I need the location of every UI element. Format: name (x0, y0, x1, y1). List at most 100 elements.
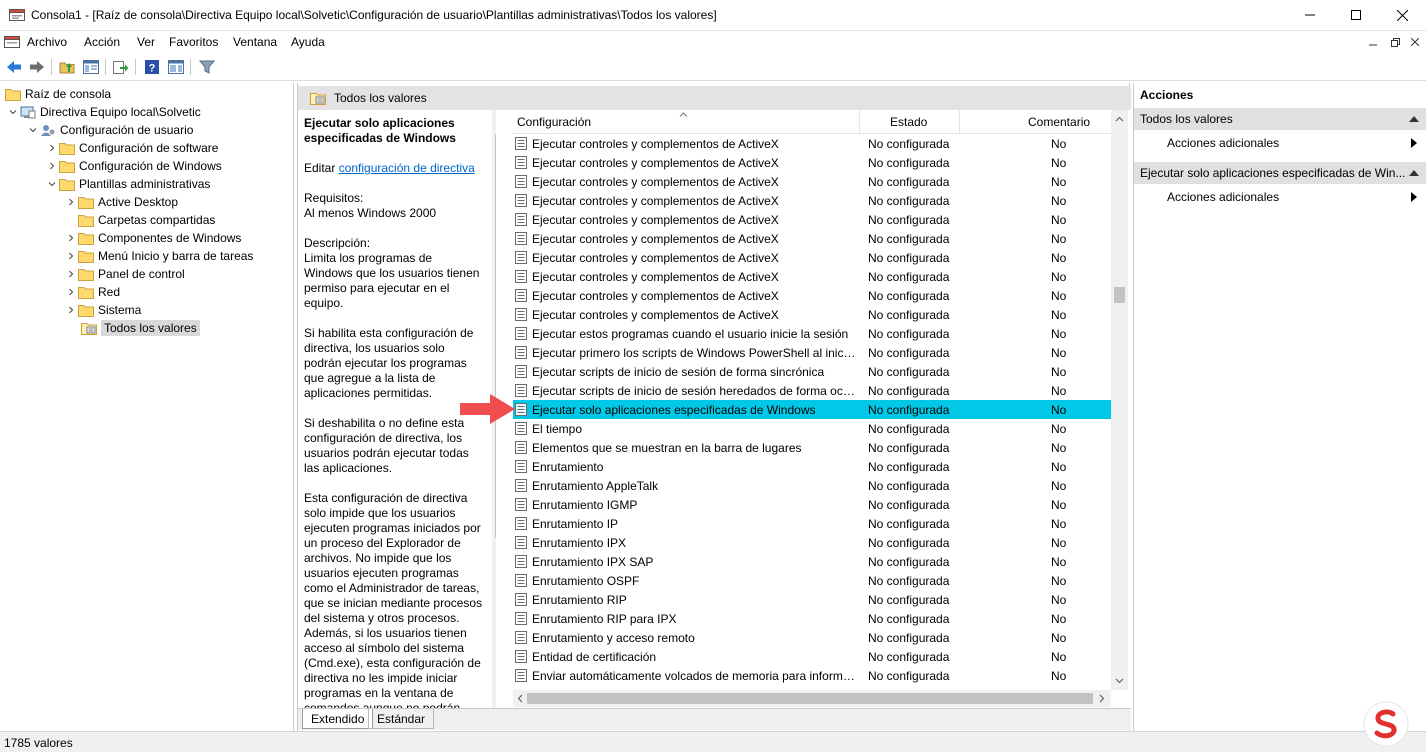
list-horizontal-scrollbar[interactable] (513, 690, 1111, 707)
table-row[interactable]: Ejecutar solo aplicaciones especificadas… (513, 400, 1111, 419)
maximize-button[interactable] (1333, 0, 1379, 30)
chevron-left-icon[interactable] (517, 694, 523, 703)
table-row[interactable]: Ejecutar controles y complementos de Act… (513, 210, 1111, 229)
table-row[interactable]: Enrutamiento No configurada No (513, 457, 1111, 476)
chevron-right-icon[interactable] (1099, 694, 1105, 703)
tree-item-menu-inicio[interactable]: Menú Inicio y barra de tareas (64, 247, 253, 265)
console-document-icon[interactable] (4, 35, 20, 49)
tree-item-configuracion-software[interactable]: Configuración de software (45, 139, 218, 157)
table-row[interactable]: Entidad de certificación No configurada No (513, 647, 1111, 666)
table-row[interactable]: Enrutamiento RIP para IPX No configurada N… (513, 609, 1111, 628)
tab-extendido[interactable]: Extendido (302, 709, 374, 729)
table-row[interactable]: Ejecutar controles y complementos de Act… (513, 134, 1111, 153)
table-row[interactable]: Ejecutar primero los scripts de Windows … (513, 343, 1111, 362)
actions-item-acciones-adicionales[interactable]: Acciones adicionales (1134, 132, 1426, 154)
tree-item-configuracion-windows[interactable]: Configuración de Windows (45, 157, 222, 175)
tab-estandar[interactable]: Estándar (368, 709, 435, 729)
mdi-close-button[interactable] (1407, 34, 1423, 50)
show-action-pane-button[interactable] (166, 57, 186, 77)
collapse-icon[interactable] (1409, 170, 1419, 176)
chevron-down-icon[interactable] (45, 175, 59, 193)
table-row[interactable]: Enrutamiento y acceso remoto No configura… (513, 628, 1111, 647)
menu-favoritos[interactable]: Favoritos (169, 35, 218, 49)
column-configuracion[interactable]: Configuración (517, 110, 857, 134)
menu-archivo[interactable]: Archivo (27, 35, 67, 49)
export-list-button[interactable] (111, 57, 131, 77)
table-row[interactable]: Ejecutar controles y complementos de Act… (513, 229, 1111, 248)
table-row[interactable]: Ejecutar controles y complementos de Act… (513, 267, 1111, 286)
table-row[interactable]: Enviar automáticamente volcados de memor… (513, 666, 1111, 685)
column-divider[interactable] (959, 110, 960, 134)
table-row[interactable]: Elementos que se muestran en la barra de… (513, 438, 1111, 457)
minimize-button[interactable] (1287, 0, 1333, 30)
row-state: No configurada (868, 479, 950, 493)
chevron-down-icon[interactable] (1115, 678, 1124, 684)
table-row[interactable]: Enrutamiento OSPF No configurada No (513, 571, 1111, 590)
chevron-right-icon[interactable] (45, 157, 59, 175)
tree-item-active-desktop[interactable]: Active Desktop (64, 193, 178, 211)
mdi-restore-button[interactable] (1387, 34, 1403, 50)
table-row[interactable]: Ejecutar controles y complementos de Act… (513, 305, 1111, 324)
table-row[interactable]: Enrutamiento IP No configurada No (513, 514, 1111, 533)
chevron-right-icon[interactable] (64, 265, 78, 283)
back-button[interactable] (4, 57, 24, 77)
table-row[interactable]: Ejecutar controles y complementos de Act… (513, 286, 1111, 305)
tree-item-todos-valores[interactable]: Todos los valores (81, 319, 200, 337)
help-button[interactable]: ? (142, 57, 162, 77)
table-row[interactable]: Enrutamiento AppleTalk No configurada No (513, 476, 1111, 495)
collapse-icon[interactable] (1409, 116, 1419, 122)
chevron-right-icon[interactable] (64, 301, 78, 319)
table-row[interactable]: Enrutamiento IPX No configurada No (513, 533, 1111, 552)
column-comentario[interactable]: Comentario (1028, 110, 1090, 134)
edit-policy-link[interactable]: configuración de directiva (339, 161, 475, 175)
filter-button[interactable] (197, 57, 217, 77)
chevron-right-icon[interactable] (45, 139, 59, 157)
table-row[interactable]: Ejecutar controles y complementos de Act… (513, 153, 1111, 172)
chevron-up-icon[interactable] (1115, 116, 1124, 122)
tree-item-carpetas-compartidas[interactable]: Carpetas compartidas (78, 211, 215, 229)
table-row[interactable]: El tiempo No configurada No (513, 419, 1111, 438)
table-row[interactable]: Ejecutar controles y complementos de Act… (513, 191, 1111, 210)
tree-item-panel-control[interactable]: Panel de control (64, 265, 185, 283)
table-row[interactable]: Ejecutar estos programas cuando el usuar… (513, 324, 1111, 343)
tree-item-componentes-windows[interactable]: Componentes de Windows (64, 229, 241, 247)
chevron-down-icon[interactable] (26, 121, 40, 139)
table-row[interactable]: Ejecutar scripts de inicio de sesión de … (513, 362, 1111, 381)
tree-item-raiz-consola[interactable]: Raíz de consola (5, 85, 111, 103)
table-row[interactable]: Enrutamiento IPX SAP No configurada No (513, 552, 1111, 571)
tree-item-red[interactable]: Red (64, 283, 120, 301)
chevron-right-icon[interactable] (64, 247, 78, 265)
column-estado[interactable]: Estado (890, 110, 927, 134)
column-divider[interactable] (859, 110, 860, 134)
tree-item-directiva-equipo-local[interactable]: Directiva Equipo local\Solvetic (6, 103, 201, 121)
menu-ventana[interactable]: Ventana (233, 35, 277, 49)
actions-item-acciones-adicionales-2[interactable]: Acciones adicionales (1134, 186, 1426, 208)
scroll-thumb[interactable] (527, 693, 1093, 704)
list-vertical-scrollbar[interactable] (1111, 110, 1128, 690)
mdi-minimize-button[interactable] (1365, 34, 1381, 50)
menu-accion[interactable]: Acción (84, 35, 120, 49)
tree-item-sistema[interactable]: Sistema (64, 301, 141, 319)
table-row[interactable]: Enrutamiento IGMP No configurada No (513, 495, 1111, 514)
chevron-right-icon[interactable] (64, 193, 78, 211)
up-one-level-button[interactable] (57, 57, 77, 77)
menu-ayuda[interactable]: Ayuda (291, 35, 325, 49)
table-row[interactable]: Enrutamiento RIP No configurada No (513, 590, 1111, 609)
chevron-right-icon[interactable] (64, 283, 78, 301)
tree-item-plantillas-administrativas[interactable]: Plantillas administrativas (45, 175, 210, 193)
toolbar: ? (0, 54, 1426, 81)
close-button[interactable] (1379, 0, 1425, 30)
menu-ver[interactable]: Ver (137, 35, 155, 49)
forward-button[interactable] (27, 57, 47, 77)
chevron-down-icon[interactable] (6, 103, 20, 121)
actions-group-todos-valores[interactable]: Todos los valores (1134, 108, 1426, 130)
table-row[interactable]: Ejecutar controles y complementos de Act… (513, 248, 1111, 267)
scroll-thumb[interactable] (1114, 287, 1125, 303)
tree-item-configuracion-usuario[interactable]: Configuración de usuario (26, 121, 193, 139)
actions-group-selected-setting[interactable]: Ejecutar solo aplicaciones especificadas… (1134, 162, 1426, 184)
table-row[interactable]: Ejecutar controles y complementos de Act… (513, 172, 1111, 191)
scroll-thumb[interactable] (495, 134, 496, 538)
chevron-right-icon[interactable] (64, 229, 78, 247)
table-row[interactable]: Ejecutar scripts de inicio de sesión her… (513, 381, 1111, 400)
show-hide-tree-button[interactable] (81, 57, 101, 77)
